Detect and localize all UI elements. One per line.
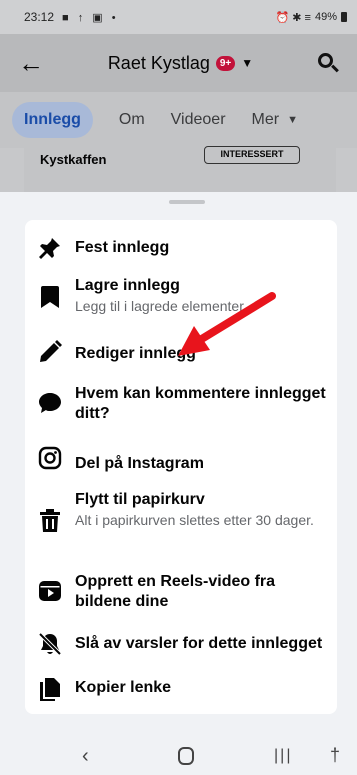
post-options-menu: Fest innlegg Lagre innlegg Legg til i la… <box>25 220 337 714</box>
menu-item-label: Opprett en Reels-video fra bildene dine <box>75 573 276 610</box>
nav-back-icon[interactable]: ‹ <box>82 745 89 768</box>
menu-item-pin[interactable]: Fest innlegg <box>25 228 337 268</box>
menu-item-label: Del på Instagram <box>75 455 204 472</box>
event-name: Kystkaffen <box>40 152 107 167</box>
menu-item-sublabel: Alt i papirkurven slettes etter 30 dager… <box>75 512 314 528</box>
menu-item-save[interactable]: Lagre innlegg Legg til i lagrede element… <box>25 272 337 326</box>
back-arrow-icon[interactable]: ← <box>18 48 44 79</box>
menu-item-label: Kopier lenke <box>75 679 172 696</box>
system-nav-bar: ‹ ||| † <box>0 737 357 775</box>
status-bar: 23:12 ■ ↑ ▣ • ⏰ ✱ ≡ 49% <box>0 0 357 34</box>
instagram-icon <box>37 445 63 471</box>
page-tabs: Innlegg Om Videoer Mer ▼ <box>0 92 357 148</box>
system-icons: ⏰ ✱ ≡ <box>275 11 311 24</box>
page-title: Raet Kystlag <box>107 52 210 73</box>
notification-badge: 9+ <box>215 55 236 71</box>
nav-recents-icon[interactable]: ||| <box>274 747 292 765</box>
accessibility-icon[interactable]: † <box>330 745 340 766</box>
status-time: 23:12 <box>24 10 55 24</box>
status-right: ⏰ ✱ ≡ 49% <box>276 11 347 24</box>
trash-icon <box>37 508 63 534</box>
tab-mer[interactable]: Mer ▼ <box>252 111 298 129</box>
menu-item-copy-link[interactable]: Kopier lenke <box>25 668 337 708</box>
sheet-grabber[interactable] <box>169 200 205 204</box>
bottom-sheet: Fest innlegg Lagre innlegg Legg til i la… <box>13 192 357 737</box>
menu-item-label: Fest innlegg <box>75 239 170 256</box>
tab-innlegg[interactable]: Innlegg <box>12 102 93 138</box>
caret-down-icon: ▼ <box>241 56 254 70</box>
tab-om[interactable]: Om <box>119 111 145 129</box>
battery-icon <box>341 12 347 22</box>
menu-item-create-reels[interactable]: Opprett en Reels-video fra bildene dine <box>25 566 337 616</box>
menu-item-move-to-trash[interactable]: Flytt til papirkurv Alt i papirkurven sl… <box>25 486 337 556</box>
notification-icons: ■ ↑ ▣ • <box>62 11 119 24</box>
comment-icon <box>37 390 63 416</box>
menu-item-edit[interactable]: Rediger innlegg <box>25 332 337 372</box>
reels-icon <box>37 578 63 604</box>
event-card: Kystkaffen INTERESSERT <box>24 146 336 192</box>
pencil-icon <box>37 339 63 365</box>
tab-videoer[interactable]: Videoer <box>171 111 226 129</box>
interested-button[interactable]: INTERESSERT <box>204 146 300 164</box>
tab-mer-label: Mer <box>251 111 280 128</box>
search-icon[interactable] <box>317 52 339 74</box>
menu-item-label: Hvem kan kommentere innlegget ditt? <box>75 385 326 422</box>
page-switcher[interactable]: Raet Kystlag 9+ ▼ <box>44 53 317 74</box>
menu-item-label: Flytt til papirkurv <box>75 491 205 508</box>
battery-level: 49% <box>314 11 337 23</box>
pin-icon <box>37 235 63 261</box>
menu-item-turn-off-notifications[interactable]: Slå av varsler for dette innlegget <box>25 624 337 664</box>
menu-item-label: Lagre innlegg <box>75 277 180 294</box>
menu-item-who-can-comment[interactable]: Hvem kan kommentere innlegget ditt? <box>25 378 337 430</box>
menu-item-label: Rediger innlegg <box>75 345 196 362</box>
copy-link-icon <box>37 676 63 702</box>
bookmark-icon <box>37 284 63 310</box>
nav-home-icon[interactable] <box>178 747 194 765</box>
menu-item-share-instagram[interactable]: Del på Instagram <box>25 438 337 478</box>
caret-down-icon: ▼ <box>287 114 298 126</box>
page-header: ← Raet Kystlag 9+ ▼ <box>0 34 357 92</box>
menu-item-sublabel: Legg til i lagrede elementer. <box>75 298 247 314</box>
menu-item-label: Slå av varsler for dette innlegget <box>75 635 323 652</box>
bell-off-icon <box>37 631 63 657</box>
